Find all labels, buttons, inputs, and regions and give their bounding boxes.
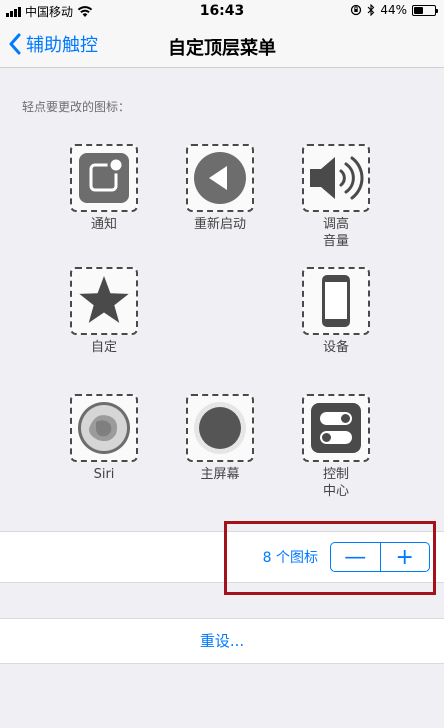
icon-slot-custom[interactable]: 自定 (54, 267, 154, 356)
star-icon (79, 276, 129, 323)
restart-icon (194, 152, 246, 204)
notification-center-icon (79, 153, 129, 203)
icon-box-custom (70, 267, 138, 335)
icon-label-siri: Siri (93, 467, 115, 482)
orientation-lock-icon (351, 4, 362, 16)
status-left: 中国移动 (6, 3, 93, 20)
icon-count-row: 8 个图标 — + (0, 531, 444, 583)
volume-up-icon (310, 156, 364, 200)
control-center-icon (311, 403, 361, 453)
icon-box-home (186, 394, 254, 462)
icon-slot-notifications[interactable]: 通知 (54, 144, 154, 233)
status-right: 44% (350, 3, 438, 17)
icon-count-stepper[interactable]: — + (330, 542, 430, 572)
icon-slot-restart[interactable]: 重新启动 (170, 144, 270, 233)
icon-box-device (302, 267, 370, 335)
status-bar: 中国移动 16:43 44% (0, 0, 444, 22)
icon-box-volume-up (302, 144, 370, 212)
bluetooth-icon (367, 4, 375, 16)
icon-label-custom: 自定 (90, 340, 117, 355)
increment-button[interactable]: + (381, 543, 430, 571)
battery-icon (412, 4, 438, 16)
icon-box-siri (70, 394, 138, 462)
icon-slot-control-center[interactable]: 控制 中心 (286, 394, 386, 500)
navigation-bar: 辅助触控 自定顶层菜单 (0, 22, 444, 68)
decrement-button[interactable]: — (331, 543, 380, 571)
siri-icon (78, 402, 130, 454)
signal-icon (6, 6, 21, 17)
home-button-icon (194, 402, 246, 454)
icon-box-restart (186, 144, 254, 212)
icon-slot-siri[interactable]: Siri (54, 394, 154, 483)
icon-slot-volume-up[interactable]: 调高 音量 (286, 144, 386, 250)
icon-slot-home[interactable]: 主屏幕 (170, 394, 270, 483)
icon-label-restart: 重新启动 (193, 217, 246, 232)
icon-label-volume-up: 调高 音量 (322, 217, 349, 249)
back-label: 辅助触控 (26, 35, 98, 56)
reset-button[interactable]: 重设... (0, 618, 444, 664)
device-icon (322, 275, 350, 327)
icon-count-label: 8 个图标 (262, 550, 318, 566)
icon-box-notifications (70, 144, 138, 212)
icon-label-control-center: 控制 中心 (322, 467, 349, 499)
carrier-name: 中国移动 (25, 5, 74, 19)
battery-fill (414, 6, 423, 14)
battery-percent: 44% (380, 3, 407, 17)
chevron-left-icon (9, 33, 21, 55)
icon-label-notifications: 通知 (90, 217, 117, 232)
section-label: 轻点要更改的图标： (22, 100, 131, 114)
wifi-icon (77, 5, 93, 17)
icon-slot-device[interactable]: 设备 (286, 267, 386, 356)
icon-box-control-center (302, 394, 370, 462)
icon-label-device: 设备 (322, 340, 349, 355)
back-button[interactable]: 辅助触控 (8, 31, 98, 57)
icon-label-home: 主屏幕 (200, 467, 240, 482)
